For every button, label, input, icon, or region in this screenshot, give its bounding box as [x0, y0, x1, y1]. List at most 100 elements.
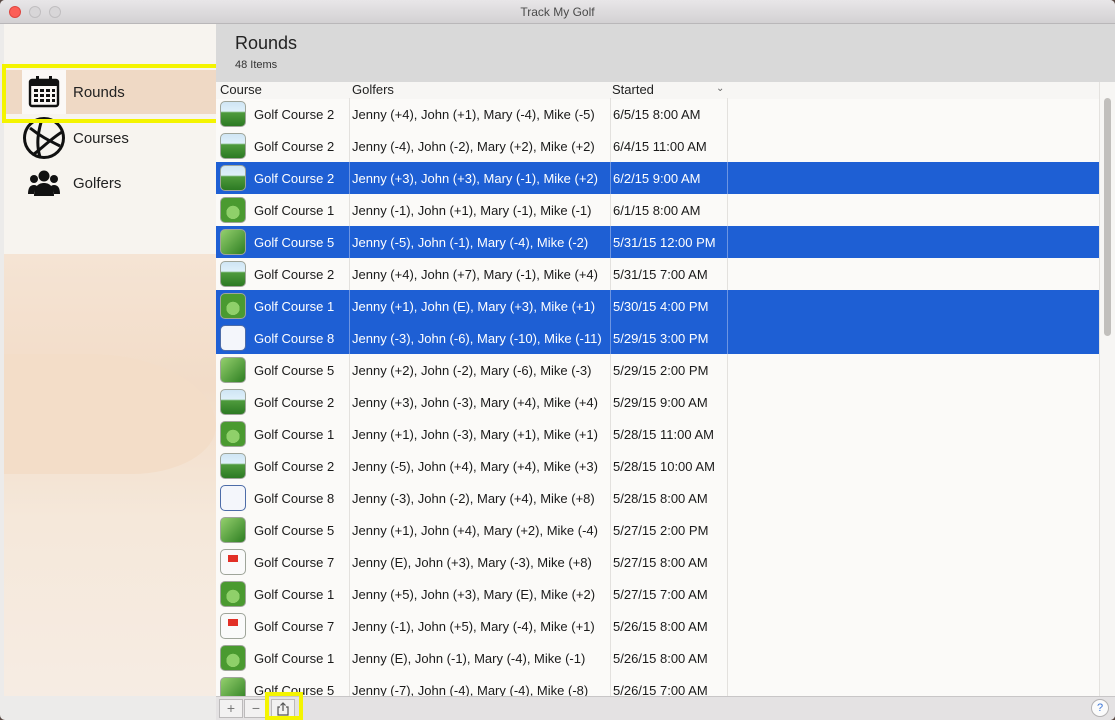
- table-row[interactable]: Golf Course 8 Jenny (-3), John (-6), Mary…: [216, 322, 1099, 354]
- sidebar-background: [4, 254, 216, 696]
- course-name: Golf Course 5: [254, 234, 335, 250]
- course-thumbnail-icon: [220, 325, 246, 351]
- add-button[interactable]: +: [219, 699, 243, 718]
- table-row[interactable]: Golf Course 2 Jenny (+4), John (+7), Mary…: [216, 258, 1099, 290]
- table-row[interactable]: Golf Course 5 Jenny (-7), John (-4), Mary…: [216, 674, 1099, 696]
- table-row[interactable]: Golf Course 1 Jenny (E), John (-1), Mary …: [216, 642, 1099, 674]
- started-cell: 5/26/15 7:00 AM: [613, 682, 708, 697]
- column-header-course[interactable]: Course: [220, 82, 262, 97]
- table-row[interactable]: Golf Course 7 Jenny (E), John (+3), Mary …: [216, 546, 1099, 578]
- table-row[interactable]: Golf Course 1 Jenny (-1), John (+1), Mary…: [216, 194, 1099, 226]
- course-name: Golf Course 7: [254, 618, 335, 634]
- table-row[interactable]: Golf Course 8 Jenny (-3), John (-2), Mary…: [216, 482, 1099, 514]
- course-cell: Golf Course 1: [220, 418, 349, 450]
- golfers-cell: Jenny (-1), John (+1), Mary (-1), Mike (…: [352, 202, 592, 218]
- course-cell: Golf Course 1: [220, 642, 349, 674]
- course-cell: Golf Course 8: [220, 482, 349, 514]
- table-row[interactable]: Golf Course 5 Jenny (+2), John (-2), Mary…: [216, 354, 1099, 386]
- started-cell: 5/28/15 11:00 AM: [613, 426, 714, 442]
- course-thumbnail-icon: [220, 645, 246, 671]
- column-divider: [727, 674, 728, 696]
- table-row[interactable]: Golf Course 1 Jenny (+1), John (-3), Mary…: [216, 418, 1099, 450]
- course-name: Golf Course 5: [254, 682, 335, 697]
- vertical-scrollbar[interactable]: [1099, 82, 1115, 696]
- sidebar-item-courses[interactable]: Courses: [4, 116, 216, 160]
- column-divider: [727, 386, 728, 418]
- course-name: Golf Course 8: [254, 330, 335, 346]
- table-row[interactable]: Golf Course 2 Jenny (-4), John (-2), Mary…: [216, 130, 1099, 162]
- bottom-toolbar: + − ?: [216, 696, 1115, 720]
- column-divider: [727, 258, 728, 290]
- sidebar-item-label: Rounds: [73, 83, 125, 101]
- golfers-cell: Jenny (+1), John (E), Mary (+3), Mike (+…: [352, 298, 596, 314]
- column-divider: [727, 610, 728, 642]
- column-divider: [727, 642, 728, 674]
- share-button[interactable]: [271, 699, 295, 718]
- column-divider: [727, 354, 728, 386]
- column-divider: [727, 578, 728, 610]
- golfers-cell: Jenny (-3), John (-2), Mary (+4), Mike (…: [352, 490, 595, 506]
- golfers-cell: Jenny (+4), John (+1), Mary (-4), Mike (…: [352, 106, 595, 122]
- course-cell: Golf Course 1: [220, 194, 349, 226]
- golfers-cell: Jenny (-7), John (-4), Mary (-4), Mike (…: [352, 682, 589, 697]
- started-cell: 5/27/15 2:00 PM: [613, 522, 709, 538]
- remove-button[interactable]: −: [244, 699, 268, 718]
- table-row[interactable]: Golf Course 5 Jenny (-5), John (-1), Mary…: [216, 226, 1099, 258]
- table-row[interactable]: Golf Course 5 Jenny (+1), John (+4), Mary…: [216, 514, 1099, 546]
- started-cell: 6/2/15 9:00 AM: [613, 170, 701, 186]
- started-cell: 5/29/15 9:00 AM: [613, 394, 708, 410]
- column-divider: [727, 290, 728, 322]
- started-cell: 5/30/15 4:00 PM: [613, 298, 709, 314]
- table-row[interactable]: Golf Course 1 Jenny (+5), John (+3), Mary…: [216, 578, 1099, 610]
- course-name: Golf Course 7: [254, 554, 335, 570]
- table-row[interactable]: Golf Course 7 Jenny (-1), John (+5), Mary…: [216, 610, 1099, 642]
- column-divider: [727, 194, 728, 226]
- golfers-cell: Jenny (+2), John (-2), Mary (-6), Mike (…: [352, 362, 592, 378]
- golfers-cell: Jenny (-3), John (-6), Mary (-10), Mike …: [352, 330, 602, 346]
- course-name: Golf Course 2: [254, 138, 335, 154]
- started-cell: 6/5/15 8:00 AM: [613, 106, 701, 122]
- item-count: 48 Items: [235, 59, 278, 71]
- course-name: Golf Course 5: [254, 362, 335, 378]
- column-header-golfers[interactable]: Golfers: [352, 82, 394, 97]
- course-thumbnail-icon: [220, 453, 246, 479]
- course-name: Golf Course 2: [254, 106, 335, 122]
- table-row[interactable]: Golf Course 2 Jenny (-5), John (+4), Mary…: [216, 450, 1099, 482]
- course-cell: Golf Course 5: [220, 354, 349, 386]
- table-row[interactable]: Golf Course 2 Jenny (+3), John (-3), Mary…: [216, 386, 1099, 418]
- table-row[interactable]: Golf Course 2 Jenny (+4), John (+1), Mary…: [216, 98, 1099, 130]
- table-row[interactable]: Golf Course 2 Jenny (+3), John (+3), Mary…: [216, 162, 1099, 194]
- started-cell: 5/26/15 8:00 AM: [613, 650, 708, 666]
- sort-chevron-icon[interactable]: ⌄: [716, 83, 724, 94]
- share-icon: [277, 702, 289, 716]
- course-thumbnail-icon: [220, 133, 246, 159]
- started-cell: 5/27/15 7:00 AM: [613, 586, 708, 602]
- course-cell: Golf Course 5: [220, 674, 349, 696]
- window-title: Track My Golf: [520, 5, 595, 19]
- course-name: Golf Course 2: [254, 170, 335, 186]
- course-thumbnail-icon: [220, 581, 246, 607]
- started-cell: 5/29/15 2:00 PM: [613, 362, 709, 378]
- course-name: Golf Course 1: [254, 650, 335, 666]
- course-thumbnail-icon: [220, 485, 246, 511]
- column-header-started[interactable]: Started: [612, 82, 654, 97]
- table-row[interactable]: Golf Course 1 Jenny (+1), John (E), Mary …: [216, 290, 1099, 322]
- course-cell: Golf Course 2: [220, 386, 349, 418]
- golfers-cell: Jenny (+1), John (-3), Mary (+1), Mike (…: [352, 426, 598, 442]
- course-thumbnail-icon: [220, 613, 246, 639]
- course-name: Golf Course 1: [254, 202, 335, 218]
- course-thumbnail-icon: [220, 517, 246, 543]
- started-cell: 5/29/15 3:00 PM: [613, 330, 709, 346]
- app-window: Track My Golf Rounds Courses Golfers Rou…: [0, 0, 1115, 720]
- rounds-table: Course Golfers Started ⌄ Golf Course 2 Je…: [216, 82, 1099, 696]
- scrollbar-thumb[interactable]: [1104, 98, 1111, 336]
- started-cell: 6/1/15 8:00 AM: [613, 202, 701, 218]
- course-cell: Golf Course 2: [220, 258, 349, 290]
- sidebar-item-label: Courses: [73, 129, 129, 147]
- started-cell: 5/27/15 8:00 AM: [613, 554, 708, 570]
- sidebar-item-golfers[interactable]: Golfers: [4, 161, 216, 205]
- course-name: Golf Course 1: [254, 426, 335, 442]
- course-name: Golf Course 5: [254, 522, 335, 538]
- sidebar-item-rounds[interactable]: Rounds: [4, 70, 216, 114]
- help-button[interactable]: ?: [1091, 699, 1109, 717]
